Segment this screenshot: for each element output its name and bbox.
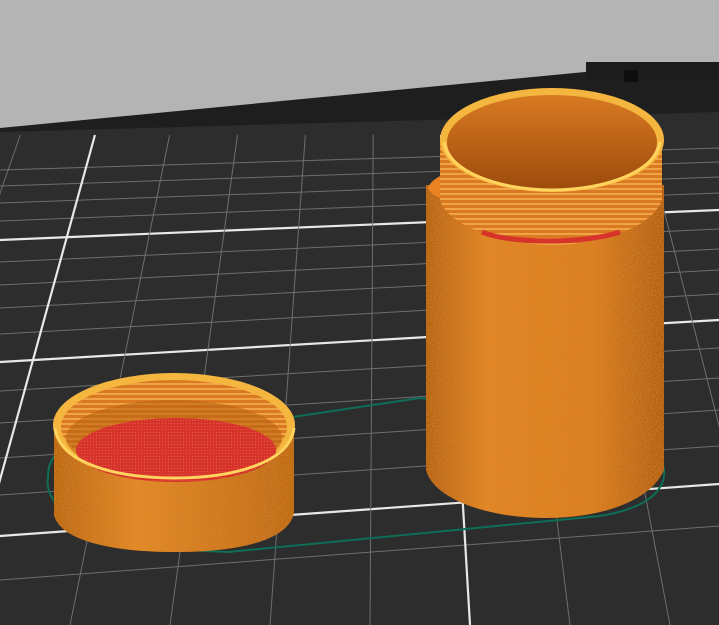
bed-corner-pin [624,70,638,82]
jar-lid[interactable] [53,373,296,552]
jar-body[interactable] [426,88,664,518]
jar-mouth-inner [447,95,657,189]
bed-corner-notch [586,62,719,80]
print-preview-canvas[interactable] [0,0,719,625]
lid-top-surface [76,418,276,482]
3d-viewport[interactable] [0,0,719,625]
